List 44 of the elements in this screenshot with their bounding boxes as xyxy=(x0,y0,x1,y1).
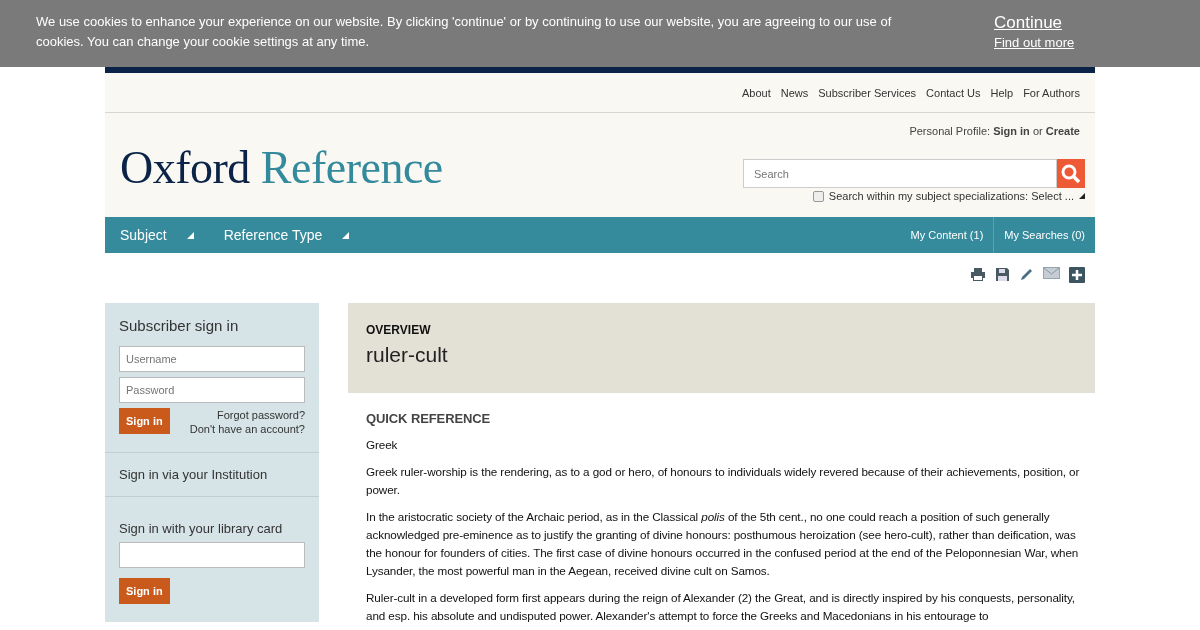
nav-menu[interactable]: Reference Type xyxy=(208,217,365,253)
add-icon[interactable] xyxy=(1069,267,1085,283)
top-link[interactable]: Subscriber Services xyxy=(818,86,917,99)
search-button[interactable] xyxy=(1057,159,1085,188)
password-field[interactable]: Password xyxy=(119,377,305,403)
dropdown-triangle-icon xyxy=(342,231,350,239)
subscriber-sign-in-title: Subscriber sign in xyxy=(119,317,240,334)
library-card-title: Sign in with your library card xyxy=(119,521,284,536)
find-out-more-link[interactable]: Find out more xyxy=(994,34,1075,52)
top-link[interactable]: About xyxy=(742,86,771,99)
no-account-link[interactable]: Don't have an account? xyxy=(189,422,305,436)
save-icon[interactable] xyxy=(995,267,1010,282)
body-paragraph: Greek ruler-worship is the rendering, as to a god or hero, of honours to individuals widely revered because of their achievements, position, or power. xyxy=(366,464,1081,498)
specialization-checkbox[interactable] xyxy=(812,190,824,202)
username-field[interactable]: Username xyxy=(119,346,305,372)
search-icon xyxy=(1061,163,1081,184)
library-sign-in-button[interactable]: Sign in xyxy=(119,578,170,604)
body-paragraph: Ruler-cult in a developed form first appears during the reign of Alexander (2) the Great, and is directly inspired by his conquests, personality, and esp. his absolute and undisputed power. Alexander's attempt to force the Greeks and Macedonians in his entourage to xyxy=(366,590,1076,624)
pencil-icon[interactable] xyxy=(1019,267,1034,282)
forgot-password-link[interactable]: Forgot password? xyxy=(216,408,305,422)
dropdown-triangle-icon xyxy=(186,231,194,239)
continue-link[interactable]: Continue xyxy=(994,12,1063,34)
subject-text: Greek xyxy=(366,437,399,453)
nav-link[interactable]: My Searches (0) xyxy=(993,217,1095,253)
specialization-label: Search within my subject specializations: Select ... xyxy=(828,190,1074,202)
nav-menu[interactable]: Subject xyxy=(105,217,209,253)
sign-in-button[interactable]: Sign in xyxy=(119,408,170,434)
library-card-field[interactable] xyxy=(119,542,305,568)
overview-label: OVERVIEW xyxy=(366,323,432,337)
quick-reference-heading: QUICK REFERENCE xyxy=(366,410,492,428)
personal-profile-text: Personal Profile: Sign in or Create xyxy=(909,125,1080,137)
search-field[interactable]: Search xyxy=(743,159,1057,188)
cookie-message: We use cookies to enhance your experience on our website. By clicking 'continue' or by continuing to use our website, you are agreeing to our use of cookies. You can change your cookie settings at any time. xyxy=(36,13,893,51)
top-link[interactable]: Contact Us xyxy=(926,86,981,99)
body-paragraph: In the aristocratic society of the Archaic period, as in the Classical polis of the 5th cent., no one could reach a position of such generally acknowledged pre-eminence as to justify the granting of divine honours: posthumous heroization (see hero-cult), rather than deification, was the honour for founders of cities. The first case of divine honours occurred in the confused period at the end of the Peloponnesian War, when Lysander, the most powerful man in the Aegean, received divine cult on Samos. xyxy=(366,509,1080,579)
top-link[interactable]: News xyxy=(780,86,809,99)
nav-link[interactable]: My Content (1) xyxy=(900,217,994,253)
institution-sign-in-link[interactable]: Sign in via your Institution xyxy=(119,467,305,482)
dropdown-triangle-icon[interactable] xyxy=(1079,193,1085,199)
top-link[interactable]: Help xyxy=(990,86,1014,99)
top-link[interactable]: For Authors xyxy=(1023,86,1080,99)
entry-title: ruler-cult xyxy=(366,343,449,367)
print-icon[interactable] xyxy=(970,267,986,282)
site-logo[interactable]: Oxford Reference xyxy=(120,113,443,217)
